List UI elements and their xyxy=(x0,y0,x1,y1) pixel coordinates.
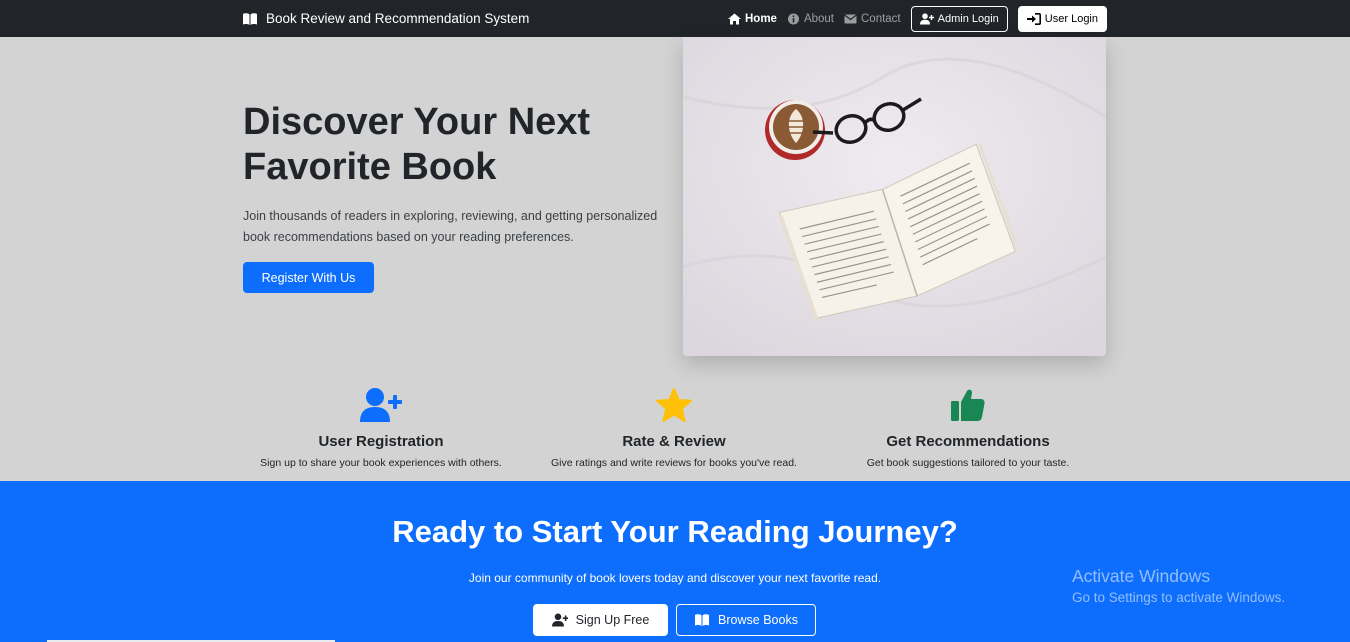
thumbs-up-icon xyxy=(951,389,985,421)
hero-description: Join thousands of readers in exploring, … xyxy=(243,209,658,244)
user-plus-icon xyxy=(360,388,402,422)
feature-title: Rate & Review xyxy=(622,433,726,450)
user-plus-icon xyxy=(551,613,568,627)
admin-login-label: Admin Login xyxy=(937,12,999,25)
nav-contact-link[interactable]: Contact xyxy=(844,13,901,25)
watermark-subtitle: Go to Settings to activate Windows. xyxy=(1072,590,1286,605)
user-plus-icon xyxy=(919,12,934,24)
browse-books-button[interactable]: Browse Books xyxy=(676,604,816,636)
sign-up-free-label: Sign Up Free xyxy=(575,613,650,627)
hero-title: Discover Your Next Favorite Book xyxy=(243,101,591,188)
brand-title: Book Review and Recommendation System xyxy=(266,11,530,26)
nav-about-link[interactable]: About xyxy=(787,13,834,25)
user-login-label: User Login xyxy=(1044,12,1098,25)
nav-links: Home About Contact Admin Login User Logi… xyxy=(727,0,1107,37)
register-button[interactable]: Register With Us xyxy=(243,262,374,293)
sign-up-free-button[interactable]: Sign Up Free xyxy=(533,604,668,636)
envelope-icon xyxy=(844,14,857,23)
feature-description: Sign up to share your book experiences w… xyxy=(260,457,502,469)
book-coffee-glasses-illustration xyxy=(683,37,1106,356)
open-book-icon xyxy=(243,12,257,25)
home-icon xyxy=(727,13,741,24)
feature-user-registration: User Registration Sign up to share your … xyxy=(231,385,531,469)
feature-description: Get book suggestions tailored to your ta… xyxy=(866,457,1070,469)
watermark-title: Activate Windows xyxy=(1072,566,1211,586)
feature-title: User Registration xyxy=(318,433,444,450)
cta-section: Ready to Start Your Reading Journey? Joi… xyxy=(0,481,1350,642)
admin-login-button[interactable]: Admin Login xyxy=(910,5,1008,32)
hero-image xyxy=(683,37,1106,356)
browse-books-label: Browse Books xyxy=(718,613,798,627)
brand-link[interactable]: Book Review and Recommendation System xyxy=(242,0,529,37)
nav-home-label: Home xyxy=(744,12,777,25)
feature-rate-review: Rate & Review Give ratings and write rev… xyxy=(524,385,824,469)
navbar: Book Review and Recommendation System Ho… xyxy=(0,0,1350,37)
cta-title: Ready to Start Your Reading Journey? xyxy=(392,514,958,549)
nav-home-link[interactable]: Home xyxy=(727,12,777,25)
activate-windows-watermark: Activate Windows Go to Settings to activ… xyxy=(1072,566,1285,605)
open-book-icon xyxy=(695,614,710,626)
info-circle-icon xyxy=(787,13,799,24)
feature-get-recommendations: Get Recommendations Get book suggestions… xyxy=(818,385,1118,469)
nav-about-label: About xyxy=(803,12,834,25)
feature-title: Get Recommendations xyxy=(886,433,1050,450)
sign-in-icon xyxy=(1026,12,1041,25)
nav-contact-label: Contact xyxy=(861,12,901,25)
star-icon xyxy=(656,388,692,422)
user-login-button[interactable]: User Login xyxy=(1017,5,1107,32)
feature-description: Give ratings and write reviews for books… xyxy=(551,457,797,469)
